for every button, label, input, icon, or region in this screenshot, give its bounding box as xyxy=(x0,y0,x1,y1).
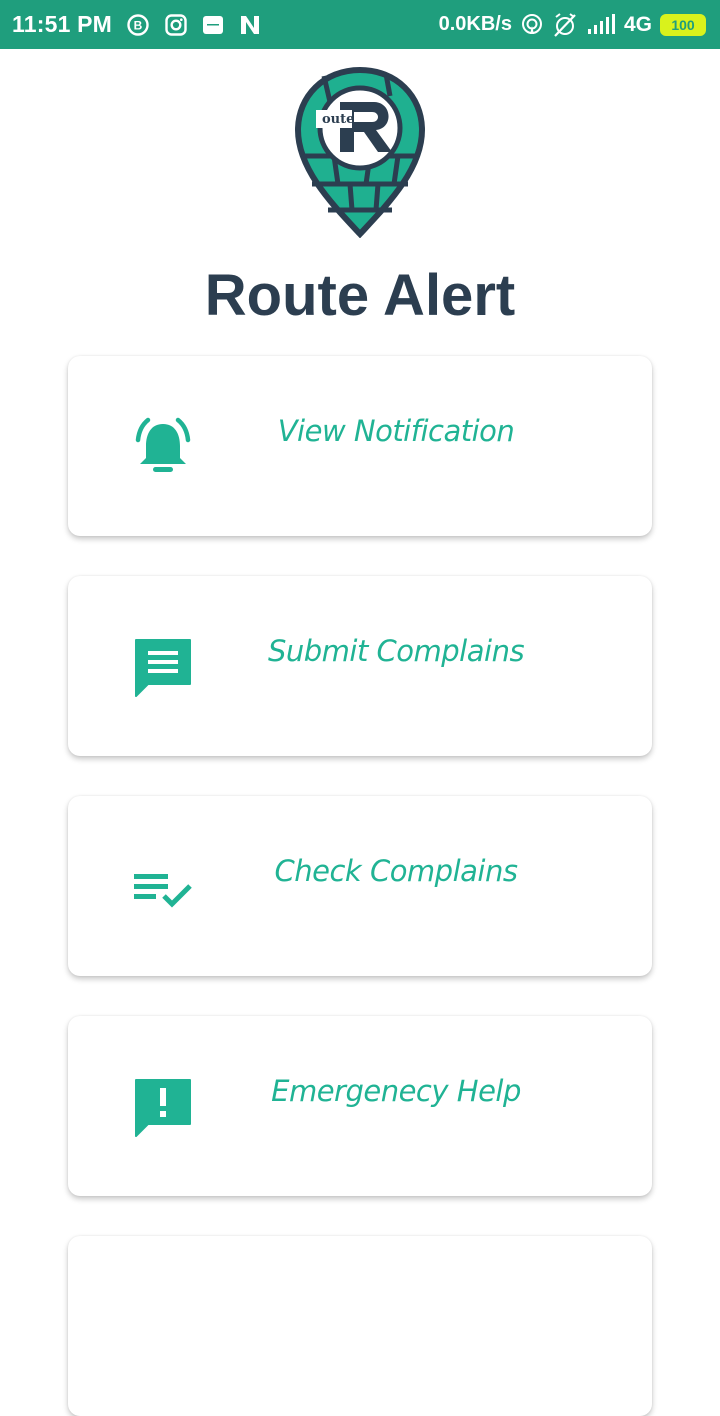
alert-message-icon xyxy=(130,1074,196,1140)
status-right: 0.0KB/s 4G 100 xyxy=(439,0,706,49)
bell-alarm-icon xyxy=(130,414,196,480)
check-complains-card[interactable]: Check Complains xyxy=(68,796,652,976)
view-notification-label: View Notification xyxy=(277,414,515,448)
status-bar: 11:51 PM B 0.0KB/s 4G 100 xyxy=(0,0,720,49)
b-notification-icon: B xyxy=(126,13,150,37)
n-notification-icon xyxy=(238,13,262,37)
status-left: 11:51 PM B xyxy=(12,0,262,49)
network-type: 4G xyxy=(623,12,652,36)
signal-icon xyxy=(586,13,616,36)
app-title: Route Alert xyxy=(204,263,516,328)
alarm-off-icon xyxy=(552,12,578,38)
status-time: 11:51 PM xyxy=(12,11,113,37)
hotspot-icon xyxy=(520,13,544,37)
submit-complains-card[interactable]: Submit Complains xyxy=(68,576,652,756)
message-text-icon xyxy=(130,634,196,700)
logo-text: oute xyxy=(322,112,355,127)
instagram-icon xyxy=(164,13,188,37)
view-notification-card[interactable]: View Notification xyxy=(68,356,652,536)
network-speed: 0.0KB/s xyxy=(438,13,512,35)
battery-indicator: 100 xyxy=(660,13,706,36)
app-logo: oute xyxy=(294,66,426,239)
check-complains-label: Check Complains xyxy=(274,854,518,888)
news-icon xyxy=(202,14,224,36)
submit-complains-label: Submit Complains xyxy=(267,634,525,668)
emergency-help-card[interactable]: Emergenecy Help xyxy=(68,1016,652,1196)
emergency-help-label: Emergenecy Help xyxy=(271,1074,521,1108)
menu-card-partial[interactable] xyxy=(68,1236,652,1416)
checklist-icon xyxy=(130,854,196,920)
svg-text:B: B xyxy=(134,18,143,32)
